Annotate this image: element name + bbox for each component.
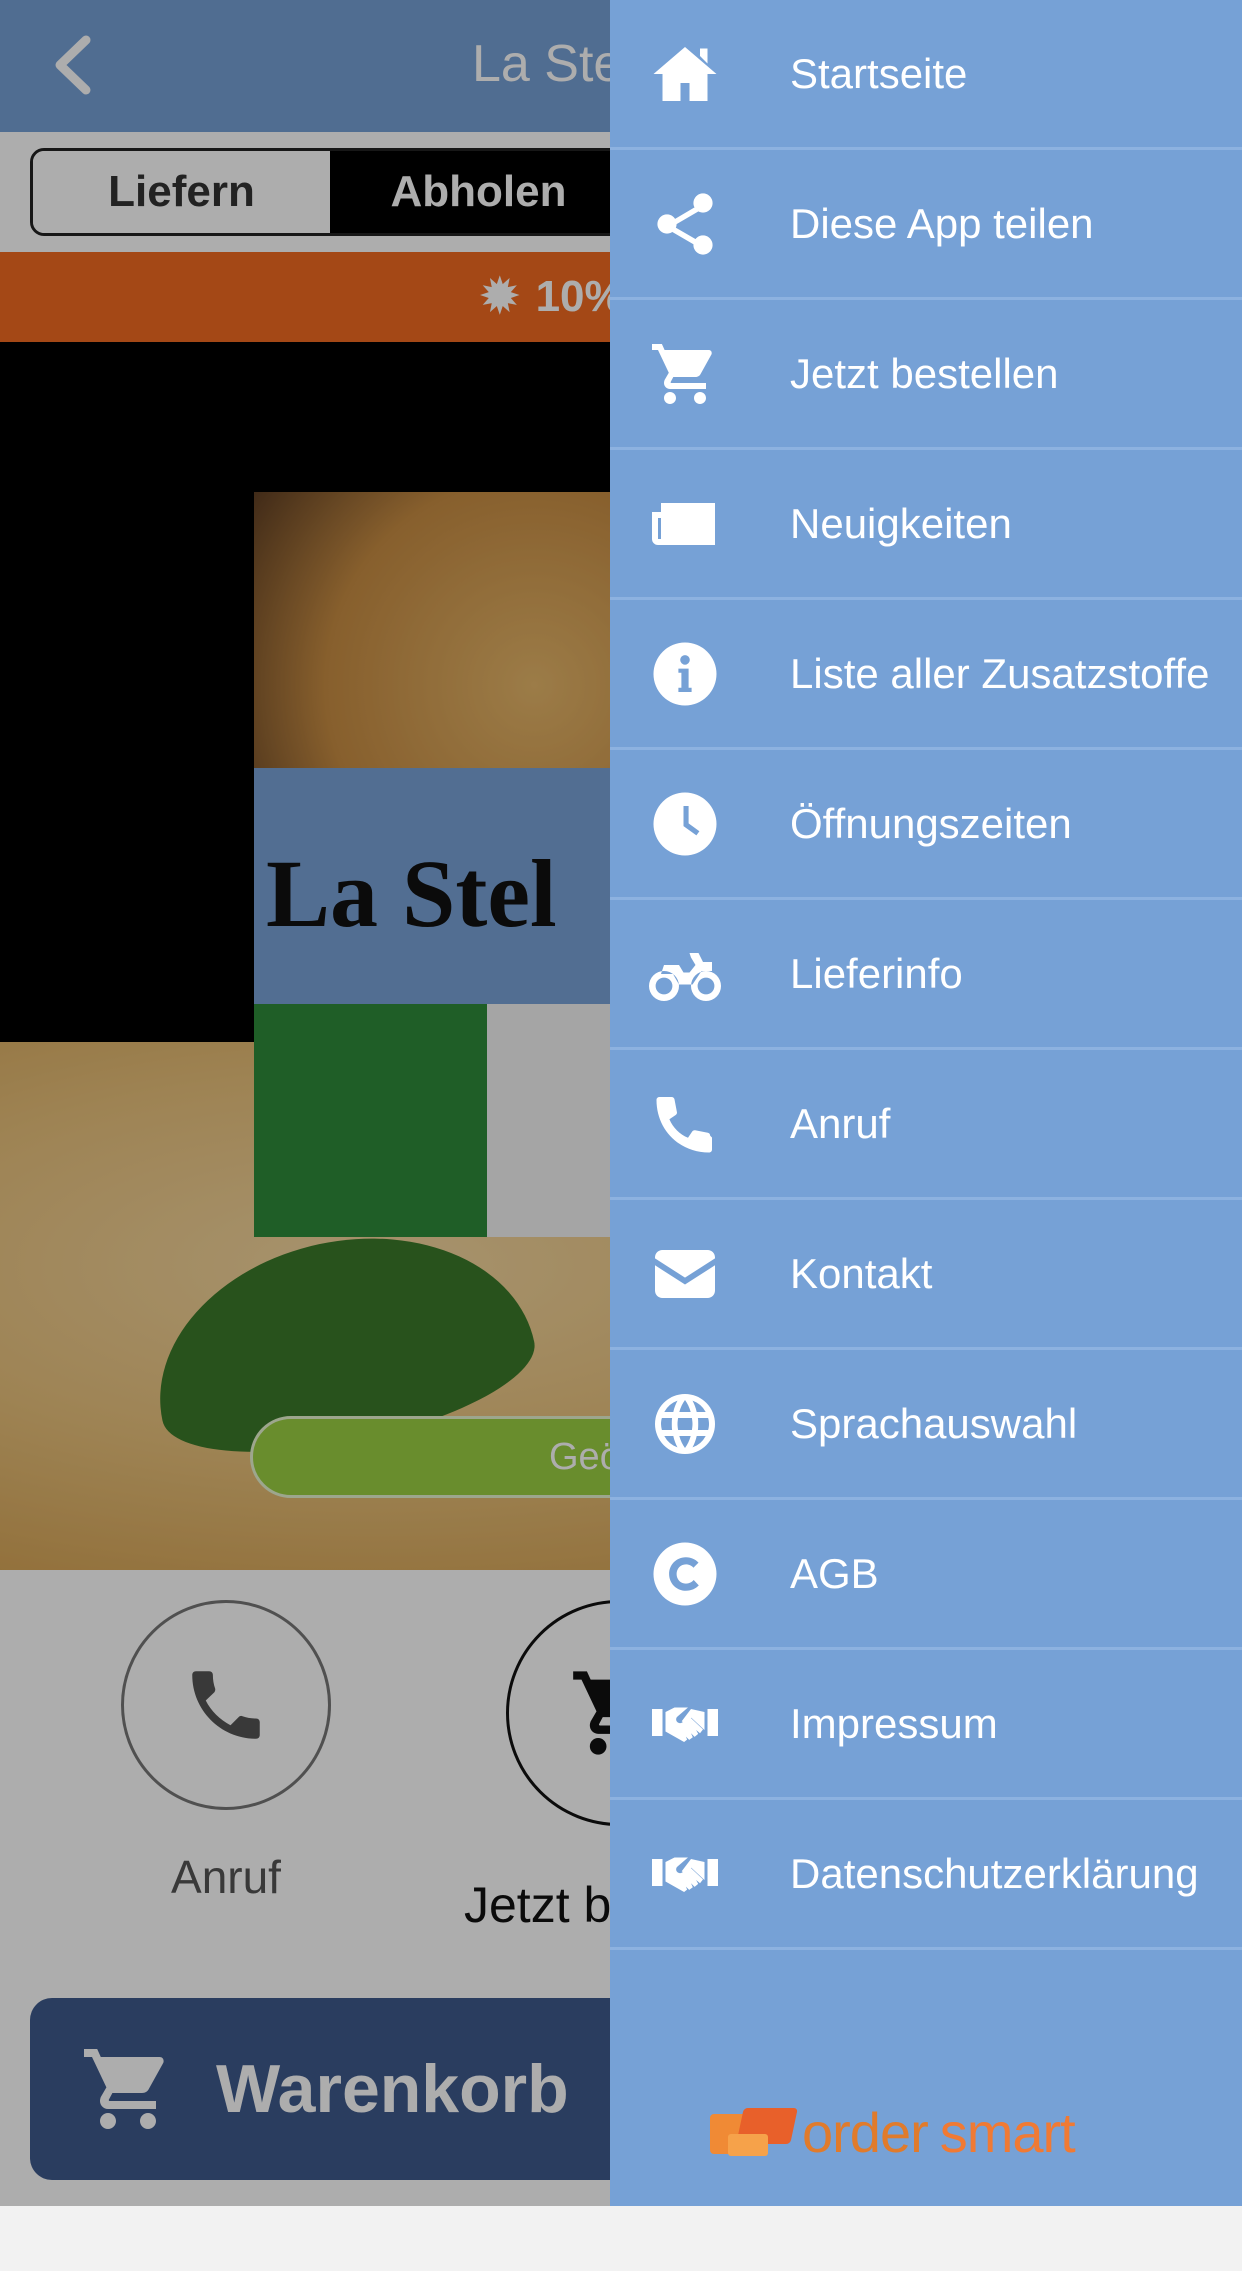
menu-item-label: AGB (790, 1549, 879, 1597)
menu-item-news[interactable]: Neuigkeiten (610, 450, 1242, 600)
menu-item-label: Kontakt (790, 1249, 933, 1297)
menu-item-label: Datenschutzerklärung (790, 1849, 1199, 1897)
clock-icon (610, 749, 760, 899)
home-icon (610, 0, 760, 149)
phone-icon (610, 1049, 760, 1199)
motorcycle-icon (610, 899, 760, 1049)
menu-item-language[interactable]: Sprachauswahl (610, 1350, 1242, 1500)
menu-item-call[interactable]: Anruf (610, 1050, 1242, 1200)
menu-item-contact[interactable]: Kontakt (610, 1200, 1242, 1350)
menu-item-label: Sprachauswahl (790, 1399, 1078, 1447)
ordersmart-logo: order smart (710, 2100, 1076, 2165)
menu-item-label: Diese App teilen (790, 199, 1094, 247)
menu-item-startseite[interactable]: Startseite (610, 0, 1242, 150)
menu-item-opening-hours[interactable]: Öffnungszeiten (610, 750, 1242, 900)
newspaper-icon (610, 449, 760, 599)
menu-item-label: Öffnungszeiten (790, 799, 1072, 847)
info-icon (610, 599, 760, 749)
cart-icon (610, 299, 760, 449)
menu-item-label: Anruf (790, 1099, 891, 1147)
navigation-drawer: Startseite Diese App teilen Jetzt bestel… (610, 0, 1242, 2206)
menu-item-label: Neuigkeiten (790, 499, 1012, 547)
handshake-icon (610, 1799, 760, 1949)
ordersmart-logo-mark (710, 2107, 798, 2158)
envelope-icon (610, 1199, 760, 1349)
copyright-icon (610, 1499, 760, 1649)
menu-item-additives[interactable]: Liste aller Zusatzstoffe (610, 600, 1242, 750)
menu-item-order-now[interactable]: Jetzt bestellen (610, 300, 1242, 450)
menu-item-imprint[interactable]: Impressum (610, 1650, 1242, 1800)
handshake-icon (610, 1649, 760, 1799)
menu-item-label: Lieferinfo (790, 949, 963, 997)
bottom-safe-area (0, 2206, 1242, 2271)
menu-item-label: Startseite (790, 49, 968, 97)
menu-item-label: Impressum (790, 1699, 998, 1747)
menu-item-terms[interactable]: AGB (610, 1500, 1242, 1650)
menu-item-privacy[interactable]: Datenschutzerklärung (610, 1800, 1242, 1950)
share-icon (610, 149, 760, 299)
ordersmart-logo-part1: order (802, 2101, 929, 2164)
ordersmart-logo-part2: smart (939, 2101, 1076, 2164)
menu-item-label: Liste aller Zusatzstoffe (790, 649, 1210, 697)
globe-icon (610, 1349, 760, 1499)
menu-item-label: Jetzt bestellen (790, 349, 1059, 397)
menu-item-share-app[interactable]: Diese App teilen (610, 150, 1242, 300)
menu-item-delivery-info[interactable]: Lieferinfo (610, 900, 1242, 1050)
